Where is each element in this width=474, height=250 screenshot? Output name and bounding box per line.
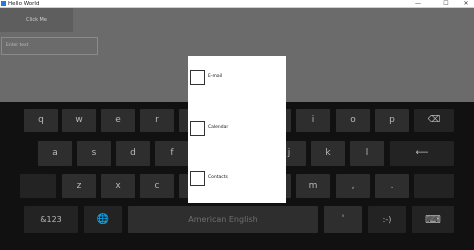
key-z[interactable]: z [62,174,96,198]
maximize-button[interactable]: ☐ [436,0,456,8]
key-c[interactable]: c [140,174,174,198]
key-f[interactable]: f [155,141,189,166]
calendar-icon [190,121,205,136]
minimize-button[interactable]: — [408,0,428,8]
shift-key-left[interactable] [20,174,56,198]
key-x[interactable]: x [101,174,135,198]
popup-item-contacts[interactable]: Contacts [188,171,286,191]
popup-item-label: Contacts [208,175,228,180]
globe-icon[interactable]: 🌐 [84,206,122,233]
key-p[interactable]: p [375,109,409,132]
key-s[interactable]: s [77,141,111,166]
emoji-key[interactable]: :-) [368,206,406,233]
key-m[interactable]: m [296,174,330,198]
enter-key[interactable]: ⟵ [390,141,454,166]
text-input[interactable]: Enter text [1,37,98,55]
click-me-button[interactable]: Click Me [0,8,73,32]
popup-item-calendar[interactable]: Calendar [188,121,286,141]
window-titlebar: Hello World — ☐ ✕ [0,0,474,8]
app-icon [1,1,6,6]
key-comma[interactable]: , [336,174,370,198]
popup-item-label: Calendar [208,125,229,130]
key-w[interactable]: w [62,109,96,132]
close-button[interactable]: ✕ [456,0,474,8]
space-bar[interactable]: American English [128,206,318,233]
key-e[interactable]: e [101,109,135,132]
key-r[interactable]: r [140,109,174,132]
key-k[interactable]: k [311,141,345,166]
share-popup-menu: E-mail Calendar Contacts [188,56,286,203]
backspace-key[interactable]: ⌫ [414,109,454,132]
key-apostrophe[interactable]: ' [324,206,362,233]
key-period[interactable]: . [375,174,409,198]
shift-key-right[interactable] [414,174,454,198]
email-icon [190,70,205,85]
keyboard-toggle-icon[interactable]: ⌨ [412,206,454,233]
popup-item-label: E-mail [208,74,223,79]
window-title: Hello World [8,1,40,7]
symbols-key[interactable]: &123 [24,206,78,233]
key-l[interactable]: l [350,141,384,166]
contacts-icon [190,171,205,186]
key-i[interactable]: i [296,109,330,132]
key-d[interactable]: d [116,141,150,166]
key-q[interactable]: q [24,109,58,132]
key-a[interactable]: a [38,141,72,166]
popup-item-email[interactable]: E-mail [188,70,286,90]
key-o[interactable]: o [336,109,370,132]
